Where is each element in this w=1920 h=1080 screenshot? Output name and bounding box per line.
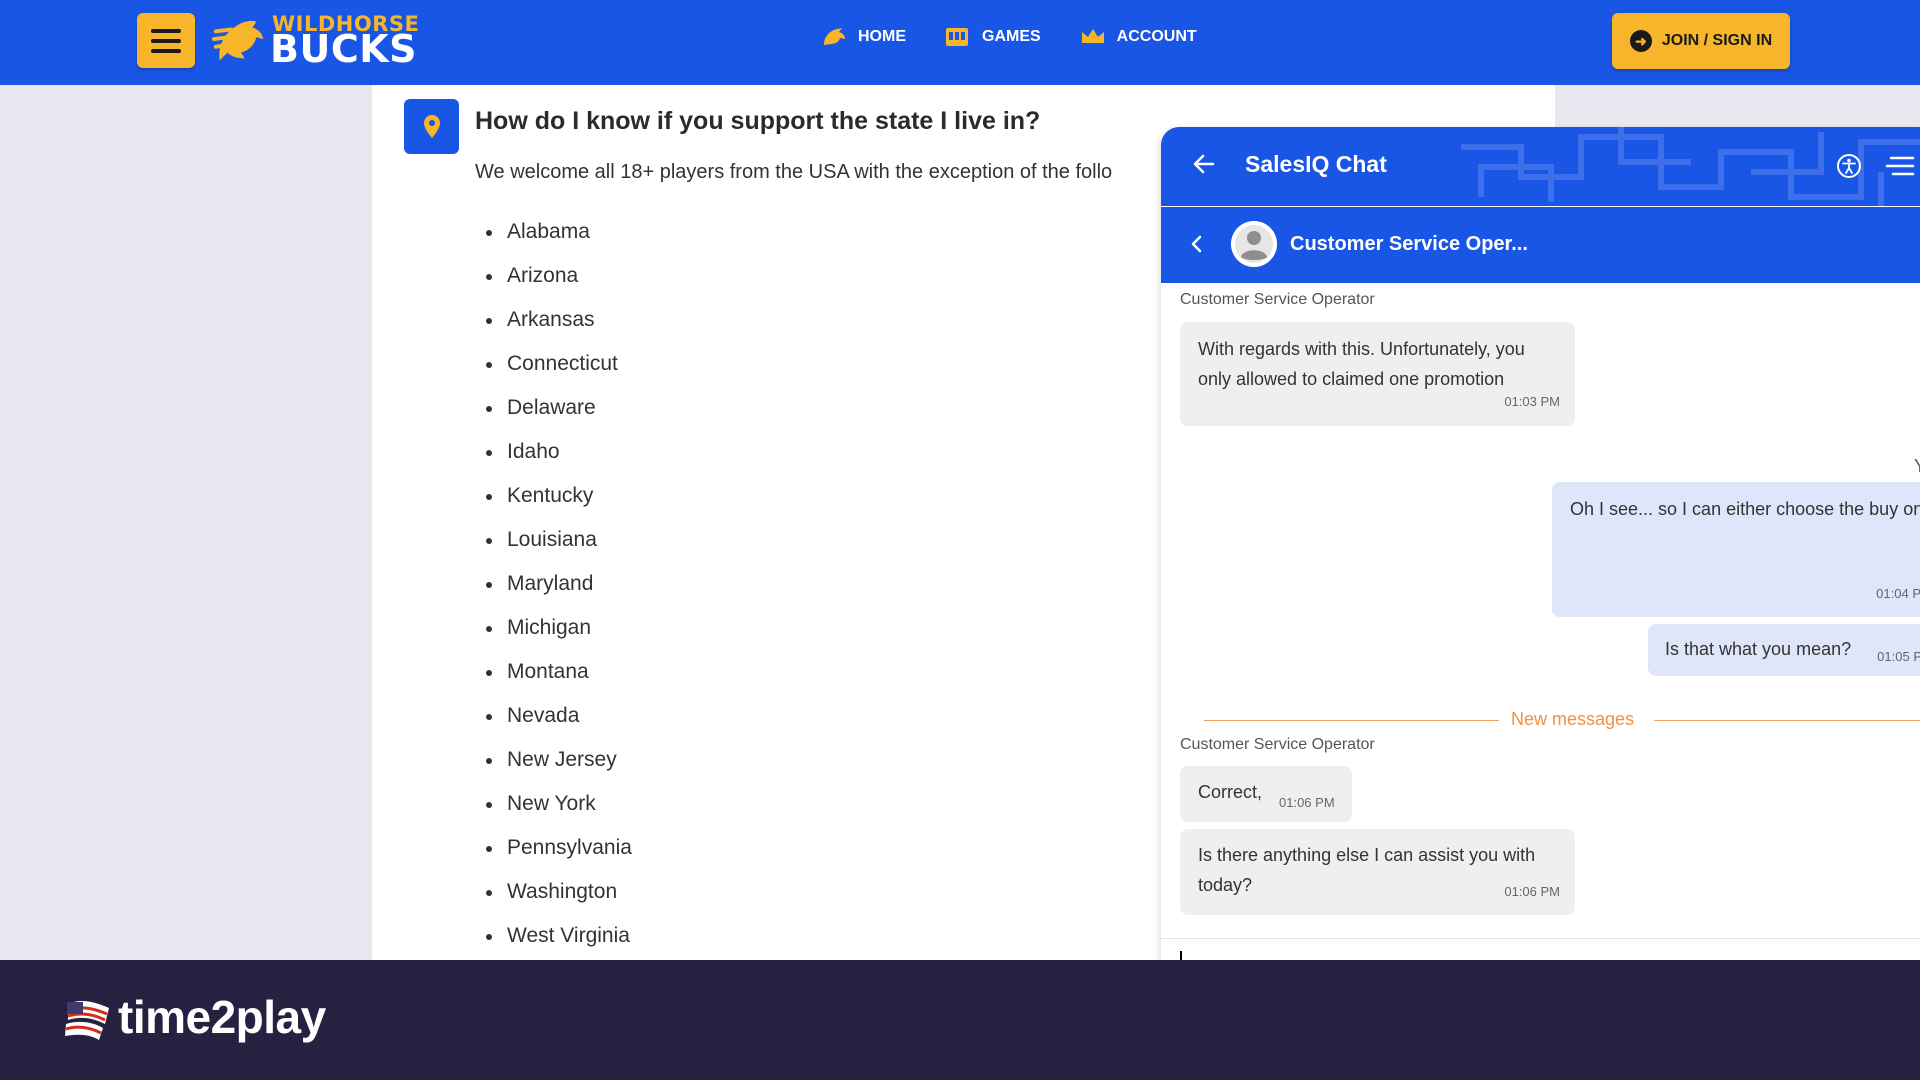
salesiq-chat-widget: SalesIQ Chat Customer Service Oper... Cu…: [1161, 127, 1920, 960]
list-item: Kentucky: [482, 476, 632, 520]
main-nav: HOME GAMES ACCOUNT: [820, 25, 1197, 49]
chat-title: SalesIQ Chat: [1245, 151, 1387, 177]
message-time: 01:03 PM: [1504, 394, 1560, 409]
faq-question-title: How do I know if you support the state I…: [475, 107, 1041, 135]
avatar: [1231, 221, 1277, 267]
list-item: West Virginia: [482, 916, 632, 960]
top-navbar: WILDHORSE BUCKS HOME GAMES ACCOUNT ➜ JOI…: [0, 0, 1920, 85]
list-item: Montana: [482, 652, 632, 696]
list-item: Louisiana: [482, 520, 632, 564]
operator-message: Is there anything else I can assist you …: [1180, 829, 1575, 915]
message-text: Correct,: [1198, 782, 1263, 802]
horse-logo-icon: [211, 20, 264, 61]
message-time: 01:04 P: [1876, 586, 1920, 601]
nav-account-label: ACCOUNT: [1116, 28, 1197, 45]
list-item: Pennsylvania: [482, 828, 632, 872]
message-text: Is that what you mean?: [1665, 639, 1852, 659]
message-sender: Customer Service Operator: [1180, 736, 1375, 753]
nav-home-label: HOME: [858, 28, 906, 45]
list-item: Delaware: [482, 388, 632, 432]
location-pin-badge: [404, 99, 459, 154]
list-item: New Jersey: [482, 740, 632, 784]
time2play-logo-text[interactable]: time2play: [118, 990, 326, 1044]
location-pin-icon: [423, 114, 440, 138]
nav-games-label: GAMES: [982, 28, 1041, 45]
operator-message: With regards with this. Unfortunately, y…: [1180, 322, 1575, 426]
nav-account[interactable]: ACCOUNT: [1079, 25, 1197, 49]
chat-header: SalesIQ Chat: [1161, 127, 1920, 206]
chat-input-cursor[interactable]: [1180, 951, 1182, 960]
message-text: Oh I see... so I can either choose the b…: [1570, 499, 1920, 519]
wildhorse-bucks-logo[interactable]: WILDHORSE BUCKS: [210, 10, 419, 72]
excluded-states-list: Alabama Arizona Arkansas Connecticut Del…: [482, 212, 632, 960]
nav-games[interactable]: GAMES: [944, 25, 1041, 49]
accessibility-icon[interactable]: [1836, 153, 1862, 179]
hamburger-menu-button[interactable]: [137, 13, 195, 68]
list-item: Arkansas: [482, 300, 632, 344]
back-arrow-icon[interactable]: [1191, 151, 1217, 177]
message-time: 01:05 P: [1877, 649, 1920, 664]
message-text: Is there anything else I can assist you …: [1198, 845, 1536, 895]
operator-message: Correct, 01:06 PM: [1180, 766, 1352, 822]
new-messages-label: New messages: [1511, 709, 1635, 729]
crown-icon: [1081, 29, 1104, 43]
message-time: 01:06 PM: [1504, 884, 1560, 899]
new-messages-divider: New messages: [1204, 709, 1920, 731]
list-item: Idaho: [482, 432, 632, 476]
arrow-right-icon: ➜: [1629, 30, 1652, 52]
us-flag-icon: [65, 1001, 109, 1040]
nav-home[interactable]: HOME: [820, 25, 906, 49]
list-item: Michigan: [482, 608, 632, 652]
user-avatar-icon: [1231, 221, 1277, 267]
operator-bar: Customer Service Oper...: [1161, 207, 1920, 283]
list-item: Connecticut: [482, 344, 632, 388]
operator-name: Customer Service Oper...: [1290, 233, 1528, 255]
list-item: Washington: [482, 872, 632, 916]
join-sign-in-button[interactable]: ➜ JOIN / SIGN IN: [1612, 13, 1790, 69]
list-item: New York: [482, 784, 632, 828]
join-sign-in-label: JOIN / SIGN IN: [1661, 32, 1773, 49]
slot-machine-icon: [946, 28, 968, 46]
user-message: Oh I see... so I can either choose the b…: [1552, 482, 1920, 617]
list-item: Nevada: [482, 696, 632, 740]
menu-lines-icon[interactable]: [1885, 153, 1915, 179]
list-item: Alabama: [482, 212, 632, 256]
list-item: Arizona: [482, 256, 632, 300]
logo-wordmark-big: BUCKS: [270, 27, 418, 71]
chevron-left-icon[interactable]: [1189, 233, 1205, 255]
message-text: With regards with this. Unfortunately, y…: [1198, 339, 1525, 389]
message-time: 01:06 PM: [1279, 795, 1335, 810]
horse-icon: [824, 28, 845, 45]
cut-off-letter: Y: [1914, 456, 1920, 477]
faq-answer-text: We welcome all 18+ players from the USA …: [475, 161, 1113, 183]
message-sender: Customer Service Operator: [1180, 291, 1375, 308]
user-message: Is that what you mean? 01:05 P: [1648, 624, 1920, 676]
list-item: Maryland: [482, 564, 632, 608]
chat-input-divider: [1161, 938, 1920, 939]
